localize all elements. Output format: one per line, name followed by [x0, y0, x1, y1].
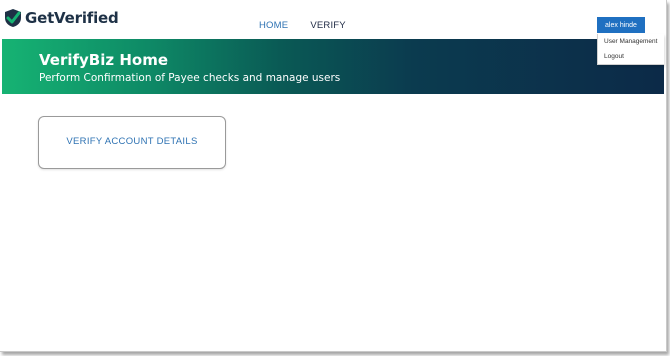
page-title: VerifyBiz Home — [39, 51, 168, 69]
nav-verify[interactable]: VERIFY — [310, 20, 346, 31]
brand-logo[interactable]: GetVerified — [3, 8, 119, 28]
nav-home[interactable]: HOME — [259, 20, 288, 31]
logo-text: GetVerified — [25, 9, 119, 27]
main-nav: HOME VERIFY — [259, 20, 346, 31]
verify-account-details-label: VERIFY ACCOUNT DETAILS — [66, 136, 198, 147]
user-dropdown-menu: User Management Logout — [597, 34, 664, 65]
check-shield-logo-icon — [5, 9, 21, 27]
user-menu-button[interactable]: alex hinde — [597, 17, 645, 33]
hero-banner: VerifyBiz Home Perform Confirmation of P… — [2, 39, 664, 94]
verify-account-details-card[interactable]: VERIFY ACCOUNT DETAILS — [38, 116, 226, 169]
menu-item-logout[interactable]: Logout — [604, 53, 624, 60]
page-subtitle: Perform Confirmation of Payee checks and… — [39, 72, 341, 84]
app-window: GetVerified HOME VERIFY alex hinde User … — [0, 0, 667, 352]
menu-item-user-management[interactable]: User Management — [604, 38, 657, 45]
